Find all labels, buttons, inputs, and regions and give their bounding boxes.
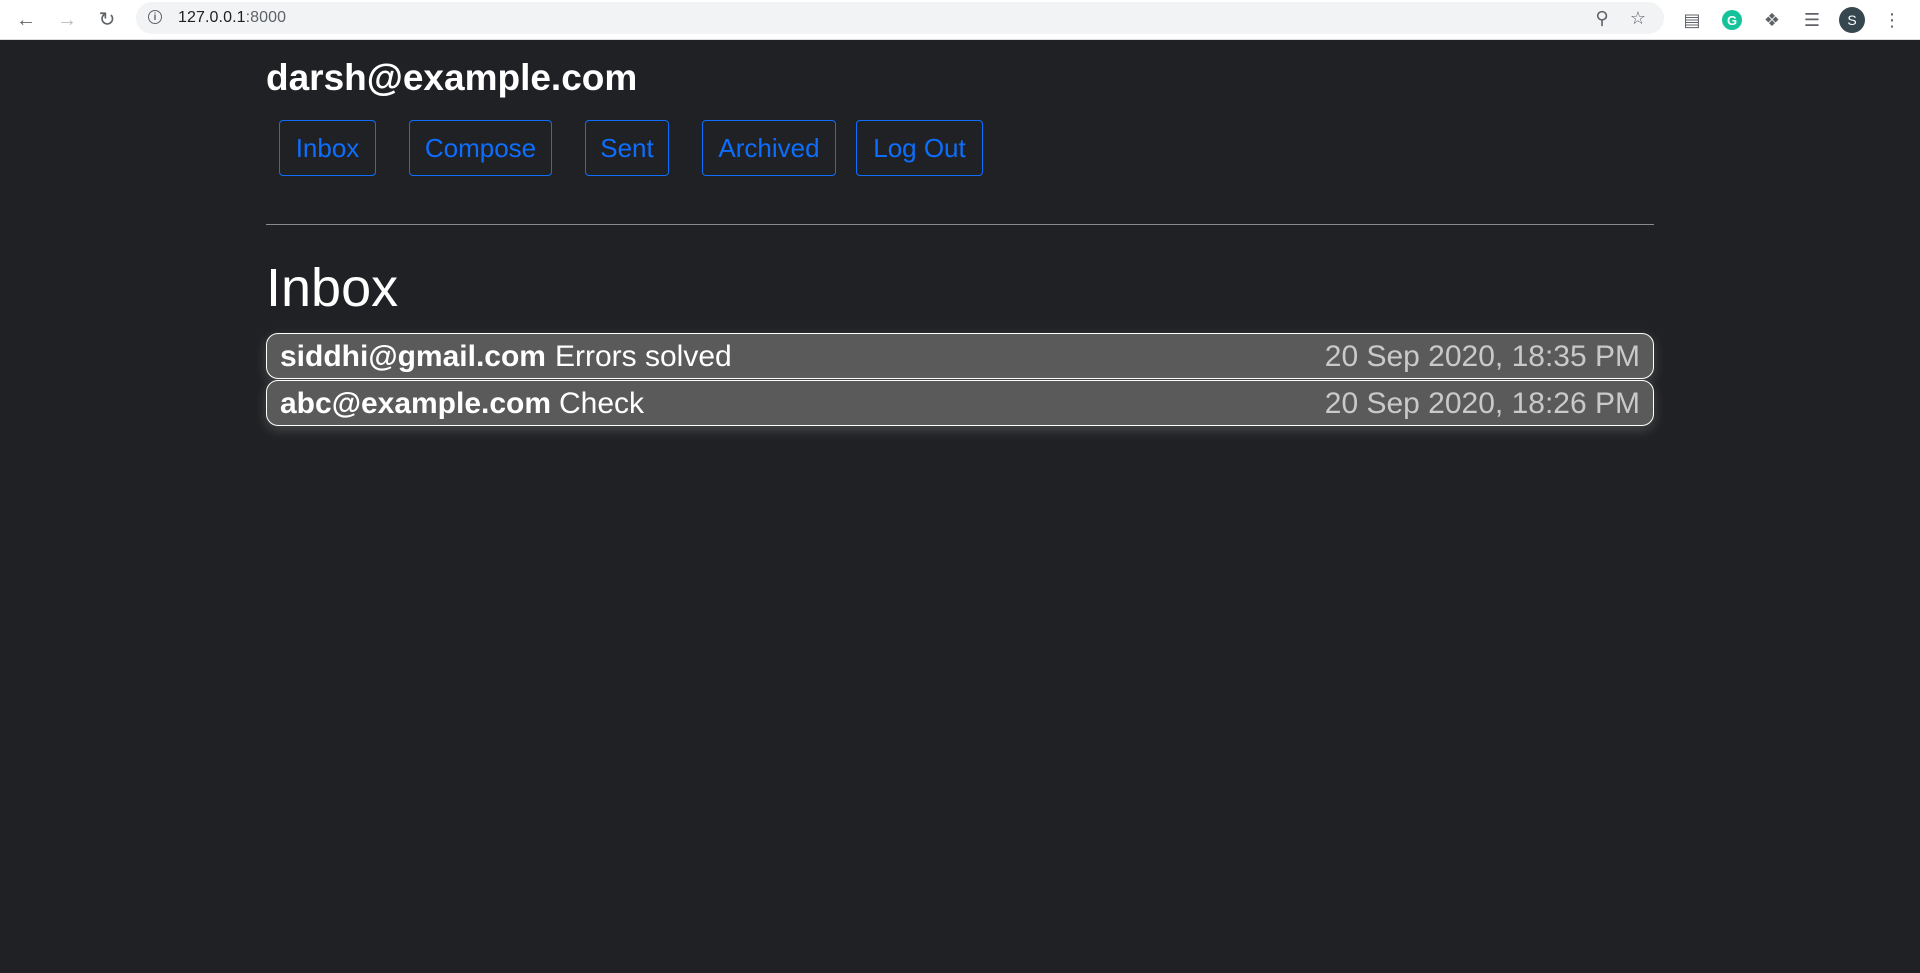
grammarly-extension[interactable]: G bbox=[1716, 4, 1748, 36]
profile-button[interactable]: S bbox=[1836, 4, 1868, 36]
page-title: Inbox bbox=[266, 258, 399, 318]
email-list: siddhi@gmail.com Errors solved 20 Sep 20… bbox=[266, 333, 1654, 427]
extensions-puzzle-icon[interactable]: ❖ bbox=[1756, 4, 1788, 36]
email-subject: Check bbox=[559, 387, 645, 420]
email-timestamp: 20 Sep 2020, 18:26 PM bbox=[1324, 387, 1640, 420]
main-content: Inbox siddhi@gmail.com Errors solved 20 … bbox=[266, 0, 1654, 973]
kebab-menu-icon[interactable]: ⋮ bbox=[1876, 4, 1908, 36]
forward-arrow-icon[interactable]: → bbox=[51, 4, 83, 36]
email-sender: abc@example.com bbox=[280, 387, 552, 420]
email-timestamp: 20 Sep 2020, 18:35 PM bbox=[1324, 340, 1640, 373]
avatar: S bbox=[1839, 7, 1865, 33]
url-host: 127.0.0.1 bbox=[178, 9, 246, 26]
reading-mode-icon[interactable]: ▤ bbox=[1676, 4, 1708, 36]
email-subject: Errors solved bbox=[555, 340, 732, 373]
media-queue-icon[interactable]: ☰ bbox=[1796, 4, 1828, 36]
grammarly-icon: G bbox=[1722, 10, 1742, 30]
site-info-icon[interactable]: i bbox=[148, 10, 162, 24]
reload-icon[interactable]: ↻ bbox=[91, 4, 123, 36]
divider bbox=[266, 224, 1654, 225]
back-arrow-icon[interactable]: ← bbox=[10, 4, 42, 36]
email-row[interactable]: siddhi@gmail.com Errors solved 20 Sep 20… bbox=[266, 333, 1654, 379]
email-sender: siddhi@gmail.com bbox=[280, 340, 546, 373]
email-row[interactable]: abc@example.com Check 20 Sep 2020, 18:26… bbox=[266, 380, 1654, 426]
